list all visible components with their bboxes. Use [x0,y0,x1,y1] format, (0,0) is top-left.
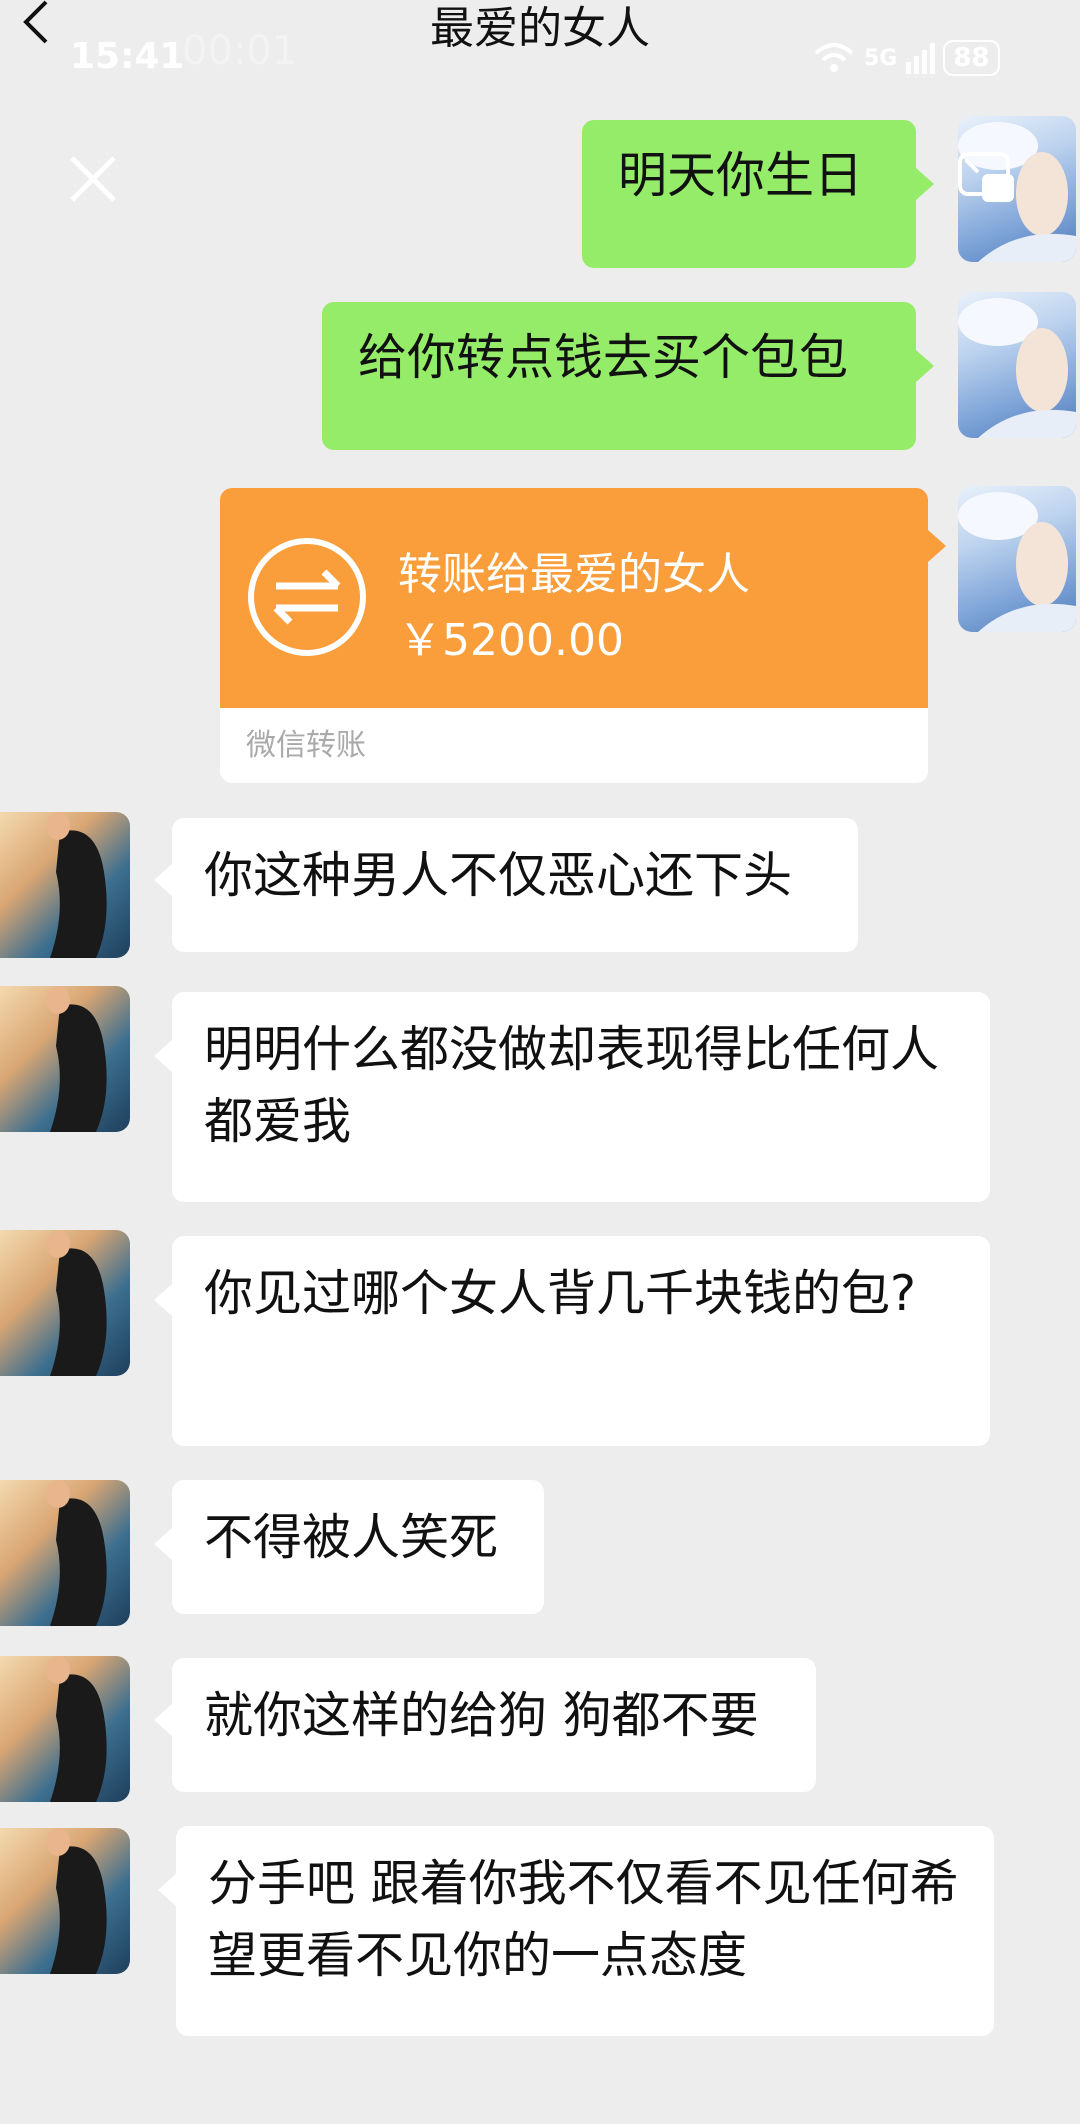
status-time-ghost: 00:01 [182,28,298,74]
bubble-tail [154,864,172,896]
status-time: 15:41 [70,36,185,77]
battery-indicator: 88 [943,40,1000,76]
transfer-card-header: 转账给最爱的女人 ￥5200.00 [220,488,928,708]
bubble-tail [154,1704,172,1736]
avatar-me[interactable] [958,292,1076,438]
transfer-card[interactable]: 转账给最爱的女人 ￥5200.00 微信转账 [220,488,928,783]
message-text: 明明什么都没做却表现得比任何人都爱我 [204,1021,940,1150]
close-button[interactable] [68,154,118,204]
bubble-tail [154,1040,172,1072]
message-bubble-me[interactable]: 明天你生日 [582,120,916,268]
message-text: 你见过哪个女人背几千块钱的包? [204,1265,917,1322]
transfer-arrows-icon [248,538,366,656]
close-icon [70,156,116,202]
message-text: 给你转点钱去买个包包 [358,329,849,386]
message-text: 不得被人笑死 [204,1509,499,1566]
message-bubble-her[interactable]: 不得被人笑死 [172,1480,544,1614]
message-bubble-her[interactable]: 你这种男人不仅恶心还下头 [172,818,858,952]
bubble-tail [154,1528,172,1560]
bubble-tail [916,168,934,200]
floating-window-button[interactable] [956,150,1020,208]
signal-icon [906,43,936,74]
transfer-title: 转账给最爱的女人 [398,549,750,600]
message-bubble-her[interactable]: 分手吧 跟着你我不仅看不见任何希望更看不见你的一点态度 [176,1826,994,2036]
status-icons: 5G 88 [812,38,1000,78]
avatar-her[interactable] [0,1480,130,1626]
bubble-tail [928,530,946,562]
message-text: 明天你生日 [618,147,864,204]
message-text: 就你这样的给狗 狗都不要 [204,1687,759,1744]
floating-window-icon [958,152,1014,202]
bubble-tail [154,1284,172,1316]
message-bubble-me[interactable]: 给你转点钱去买个包包 [322,302,916,450]
message-text: 你这种男人不仅恶心还下头 [204,847,793,904]
avatar-her[interactable] [0,986,130,1132]
transfer-amount: ￥5200.00 [398,615,624,666]
bubble-tail [916,350,934,382]
message-bubble-her[interactable]: 明明什么都没做却表现得比任何人都爱我 [172,992,990,1202]
transfer-footer: 微信转账 [246,728,366,763]
bubble-tail [158,1874,176,1906]
avatar-her[interactable] [0,1230,130,1376]
message-bubble-her[interactable]: 就你这样的给狗 狗都不要 [172,1658,816,1792]
network-label: 5G [864,45,898,71]
avatar-her[interactable] [0,1656,130,1802]
message-text: 分手吧 跟着你我不仅看不见任何希望更看不见你的一点态度 [208,1855,959,1984]
message-bubble-her[interactable]: 你见过哪个女人背几千块钱的包? [172,1236,990,1446]
avatar-her[interactable] [0,1828,130,1974]
avatar-her[interactable] [0,812,130,958]
wifi-icon [814,43,854,72]
avatar-me[interactable] [958,486,1076,632]
